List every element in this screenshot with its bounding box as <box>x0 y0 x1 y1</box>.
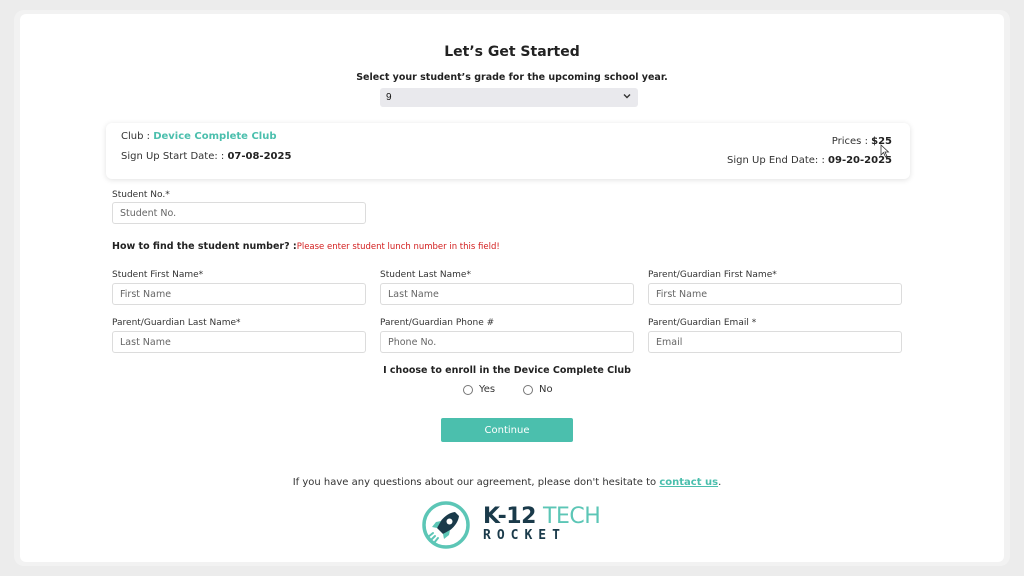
club-row: Club : Device Complete Club <box>121 131 277 142</box>
enroll-yes-radio[interactable]: Yes <box>463 384 495 395</box>
club-info-card: Club : Device Complete Club Sign Up Star… <box>106 123 910 179</box>
logo-k12-text: K-12 TECH <box>483 504 601 529</box>
help-warning: Please enter student lunch number in thi… <box>296 242 500 252</box>
parent-phone-input[interactable]: Phone No. <box>380 331 634 353</box>
radio-circle-icon[interactable] <box>523 384 533 395</box>
student-number-help: How to find the student number? :Please … <box>112 241 500 252</box>
chevron-down-icon <box>623 94 631 99</box>
mouse-cursor-icon <box>880 144 890 158</box>
page-title: Let’s Get Started <box>444 44 580 60</box>
logo-rocket-text: ROCKET <box>483 528 566 543</box>
enroll-no-radio[interactable]: No <box>523 384 553 395</box>
footer-contact-text: If you have any questions about our agre… <box>0 477 1014 488</box>
parent-email-input[interactable]: Email <box>648 331 902 353</box>
enroll-yes-label: Yes <box>479 384 496 395</box>
end-date-row: Sign Up End Date: : 09-20-2025 <box>727 155 892 166</box>
grade-select-value: 9 <box>386 92 392 103</box>
parent-email-label: Parent/Guardian Email * <box>648 318 757 328</box>
start-date-row: Sign Up Start Date: : 07-08-2025 <box>121 151 291 162</box>
start-date-label: Sign Up Start Date: : <box>121 151 228 162</box>
student-first-name-input[interactable]: First Name <box>112 283 366 305</box>
end-date-label: Sign Up End Date: : <box>727 155 829 166</box>
logo-k12: K-12 <box>483 504 544 529</box>
enroll-prompt: I choose to enroll in the Device Complet… <box>383 365 631 376</box>
k12-tech-rocket-logo: K-12 TECH ROCKET <box>421 500 601 550</box>
help-question: How to find the student number? : <box>112 241 297 252</box>
parent-phone-label: Parent/Guardian Phone # <box>380 318 495 328</box>
start-date-value: 07-08-2025 <box>227 151 292 162</box>
student-last-name-input[interactable]: Last Name <box>380 283 634 305</box>
grade-prompt: Select your student’s grade for the upco… <box>356 72 668 83</box>
footer-text: If you have any questions about our agre… <box>292 477 660 488</box>
student-no-label: Student No.* <box>112 190 170 200</box>
radio-circle-icon[interactable] <box>463 384 473 395</box>
club-label: Club : <box>121 131 154 142</box>
enroll-no-label: No <box>539 384 553 395</box>
price-label: Prices : <box>831 136 872 147</box>
parent-first-name-input[interactable]: First Name <box>648 283 902 305</box>
parent-first-name-label: Parent/Guardian First Name* <box>648 270 777 280</box>
student-last-name-label: Student Last Name* <box>380 270 471 280</box>
grade-select[interactable]: 9 <box>380 88 638 107</box>
rocket-logo-icon <box>422 501 470 549</box>
footer-period: . <box>718 477 722 488</box>
parent-last-name-input[interactable]: Last Name <box>112 331 366 353</box>
student-no-input[interactable]: Student No. <box>112 202 366 224</box>
logo-tech: TECH <box>543 504 601 529</box>
contact-us-link[interactable]: contact us <box>659 477 718 488</box>
continue-button[interactable]: Continue <box>441 418 573 442</box>
club-name: Device Complete Club <box>153 131 277 142</box>
student-first-name-label: Student First Name* <box>112 270 204 280</box>
parent-last-name-label: Parent/Guardian Last Name* <box>112 318 241 328</box>
